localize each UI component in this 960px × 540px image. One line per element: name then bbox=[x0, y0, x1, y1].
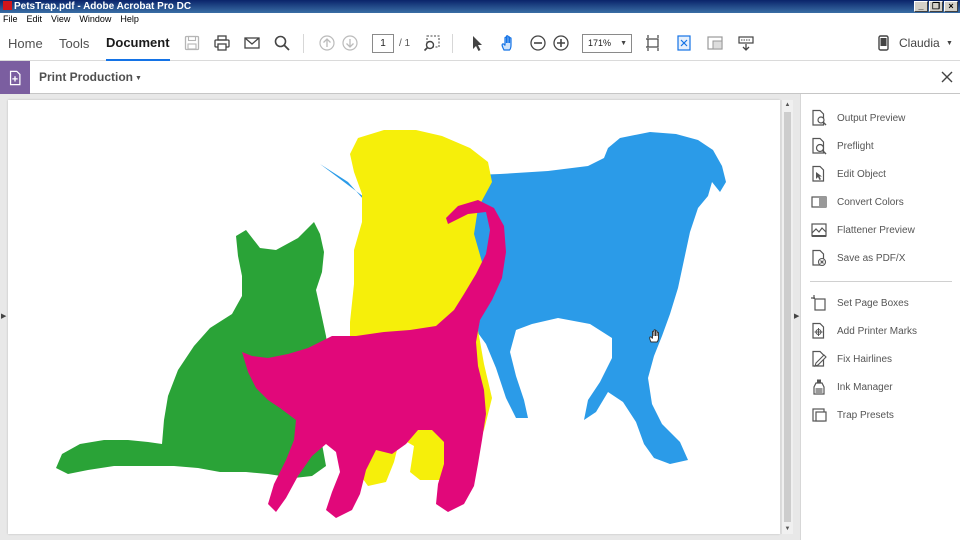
previous-page-icon[interactable] bbox=[318, 34, 336, 52]
panel-item-edit-object[interactable]: Edit Object bbox=[810, 163, 958, 185]
hand-tool-icon[interactable] bbox=[499, 34, 517, 52]
save-as-pdfx-icon bbox=[810, 249, 828, 267]
window-controls: _ ❐ × bbox=[914, 1, 958, 12]
flattener-preview-icon bbox=[810, 221, 828, 239]
edit-object-icon bbox=[810, 165, 828, 183]
acrobat-app-icon bbox=[3, 1, 12, 10]
preflight-icon bbox=[810, 137, 828, 155]
panel-item-set-page-boxes[interactable]: Set Page Boxes bbox=[810, 292, 958, 314]
zoom-level-dropdown[interactable]: 171% ▼ bbox=[582, 34, 632, 53]
fit-page-icon[interactable] bbox=[675, 34, 693, 52]
chevron-down-icon[interactable]: ▼ bbox=[946, 26, 953, 61]
panel-item-add-printer-marks[interactable]: Add Printer Marks bbox=[810, 320, 958, 342]
close-window-button[interactable]: × bbox=[944, 1, 958, 12]
page-number-input[interactable]: 1 bbox=[372, 34, 394, 53]
panel-item-flattener-preview[interactable]: Flattener Preview bbox=[810, 219, 958, 241]
scroll-down-arrow[interactable]: ▼ bbox=[782, 524, 793, 534]
tool-header: Print Production ▼ bbox=[0, 61, 960, 94]
select-cursor-icon[interactable] bbox=[468, 34, 486, 52]
toolbar-separator bbox=[303, 34, 304, 53]
tab-tools[interactable]: Tools bbox=[59, 26, 89, 61]
convert-colors-icon bbox=[810, 193, 828, 211]
tool-title-dropdown[interactable]: Print Production ▼ bbox=[39, 61, 142, 95]
scroll-up-arrow[interactable]: ▲ bbox=[782, 100, 793, 110]
panel-item-save-as-pdfx[interactable]: Save as PDF/X bbox=[810, 247, 958, 269]
user-account-menu[interactable]: Claudia bbox=[899, 26, 940, 61]
panel-separator bbox=[810, 281, 952, 282]
close-tool-button[interactable] bbox=[938, 68, 956, 86]
menu-window[interactable]: Window bbox=[79, 13, 111, 26]
fix-hairlines-icon bbox=[810, 350, 828, 368]
mobile-link-icon[interactable] bbox=[874, 34, 892, 52]
window-title: PetsTrap.pdf - Adobe Acrobat Pro DC bbox=[14, 1, 192, 12]
next-page-icon[interactable] bbox=[341, 34, 359, 52]
menu-file[interactable]: File bbox=[3, 13, 18, 26]
print-production-tool-icon bbox=[0, 61, 30, 94]
panel-item-fix-hairlines[interactable]: Fix Hairlines bbox=[810, 348, 958, 370]
panel-item-preflight[interactable]: Preflight bbox=[810, 135, 958, 157]
full-screen-icon[interactable] bbox=[706, 34, 724, 52]
print-icon[interactable] bbox=[213, 34, 231, 52]
page-display-icon[interactable] bbox=[644, 34, 662, 52]
page-total: / 1 bbox=[399, 38, 411, 49]
menu-bar: File Edit View Window Help bbox=[0, 13, 960, 26]
chevron-down-icon: ▼ bbox=[620, 40, 627, 47]
add-printer-marks-icon bbox=[810, 322, 828, 340]
zoom-marquee-icon[interactable] bbox=[423, 34, 441, 52]
toolbar-separator bbox=[452, 34, 453, 53]
tool-title: Print Production bbox=[39, 70, 133, 84]
left-pane-toggle-icon[interactable]: ▶ bbox=[1, 312, 7, 322]
panel-item-ink-manager[interactable]: Ink Manager bbox=[810, 376, 958, 398]
zoom-level-value: 171% bbox=[588, 38, 612, 48]
set-page-boxes-icon bbox=[810, 294, 828, 312]
zoom-in-icon[interactable] bbox=[552, 34, 570, 52]
chevron-down-icon: ▼ bbox=[135, 75, 142, 82]
main-toolbar: Home Tools Document 1 / 1 171% ▼ Claudia… bbox=[0, 26, 960, 61]
trap-presets-icon bbox=[810, 406, 828, 424]
zoom-out-icon[interactable] bbox=[529, 34, 547, 52]
pdf-page[interactable] bbox=[8, 100, 780, 534]
output-preview-icon bbox=[810, 109, 828, 127]
menu-edit[interactable]: Edit bbox=[27, 13, 43, 26]
search-icon[interactable] bbox=[273, 34, 291, 52]
tab-document[interactable]: Document bbox=[106, 26, 170, 61]
document-viewport: ▲ ▼ ▶ ▶ bbox=[0, 94, 800, 540]
menu-view[interactable]: View bbox=[51, 13, 70, 26]
menu-help[interactable]: Help bbox=[120, 13, 139, 26]
vertical-scrollbar[interactable]: ▲ ▼ bbox=[781, 100, 793, 534]
restore-button[interactable]: ❐ bbox=[929, 1, 943, 12]
panel-item-convert-colors[interactable]: Convert Colors bbox=[810, 191, 958, 213]
pets-artwork bbox=[56, 130, 726, 518]
email-icon[interactable] bbox=[243, 34, 261, 52]
tab-home[interactable]: Home bbox=[8, 26, 43, 61]
panel-item-trap-presets[interactable]: Trap Presets bbox=[810, 404, 958, 426]
panel-item-output-preview[interactable]: Output Preview bbox=[810, 107, 958, 129]
save-icon[interactable] bbox=[183, 34, 201, 52]
ink-manager-icon bbox=[810, 378, 828, 396]
green-cat-silhouette bbox=[56, 222, 330, 478]
keyboard-tool-icon[interactable] bbox=[737, 34, 755, 52]
title-bar: PetsTrap.pdf - Adobe Acrobat Pro DC _ ❐ … bbox=[0, 0, 960, 13]
minimize-button[interactable]: _ bbox=[914, 1, 928, 12]
print-production-panel: Output Preview Preflight Edit Object Con… bbox=[800, 94, 960, 540]
scrollbar-thumb[interactable] bbox=[784, 112, 791, 522]
